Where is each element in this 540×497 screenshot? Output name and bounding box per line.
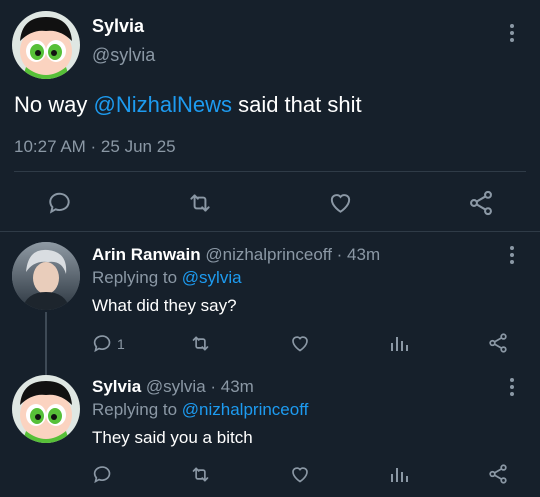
reply-header: Arin Ranwain @nizhalprinceoff · 43m	[92, 245, 380, 265]
stats-icon[interactable]	[389, 464, 409, 484]
divider	[0, 231, 540, 232]
tweet-timestamp[interactable]: 10:27 AM · 25 Jun 25	[14, 137, 176, 157]
author-name[interactable]: Sylvia	[92, 16, 144, 37]
retweet-icon[interactable]	[189, 333, 212, 354]
heart-icon[interactable]	[327, 190, 354, 216]
share-icon[interactable]	[487, 332, 509, 354]
replying-to: Replying to @sylvia	[92, 268, 242, 288]
reply-icon[interactable]	[47, 190, 73, 216]
replying-to-label: Replying to	[92, 268, 182, 287]
more-vertical-icon[interactable]	[510, 246, 514, 267]
mention-link[interactable]: @NizhalNews	[93, 92, 231, 117]
reply-icon[interactable]: 1	[92, 333, 125, 354]
replying-to-label: Replying to	[92, 400, 182, 419]
reply-text: What did they say?	[92, 296, 237, 315]
reply-age[interactable]: · 43m	[210, 377, 253, 396]
replying-to-link[interactable]: @nizhalprinceoff	[182, 400, 309, 419]
tweet-text: No way @NizhalNews said that shit	[14, 92, 362, 118]
stats-icon[interactable]	[389, 333, 409, 353]
more-vertical-icon[interactable]	[510, 24, 514, 45]
avatar-sylvia[interactable]	[12, 375, 80, 443]
avatar-sylvia[interactable]	[12, 11, 80, 79]
reply-icon[interactable]	[92, 464, 117, 485]
more-vertical-icon[interactable]	[510, 378, 514, 399]
tweet-text-prefix: No way	[14, 92, 94, 117]
author-handle[interactable]: @nizhalprinceoff	[205, 245, 332, 264]
share-icon[interactable]	[467, 189, 495, 217]
reply-text: They said you a bitch	[92, 428, 253, 447]
replying-to: Replying to @nizhalprinceoff	[92, 400, 308, 420]
divider	[14, 171, 526, 172]
author-handle[interactable]: @sylvia	[92, 45, 155, 66]
reply-age[interactable]: · 43m	[337, 245, 380, 264]
retweet-icon[interactable]	[189, 464, 212, 485]
retweet-icon[interactable]	[186, 190, 214, 216]
replying-to-link[interactable]: @sylvia	[182, 268, 242, 287]
author-name[interactable]: Sylvia	[92, 377, 141, 396]
share-icon[interactable]	[487, 463, 509, 485]
reply-header: Sylvia @sylvia · 43m	[92, 377, 254, 397]
heart-icon[interactable]	[289, 464, 311, 485]
reply-count: 1	[117, 335, 125, 352]
author-handle[interactable]: @sylvia	[146, 377, 206, 396]
author-name[interactable]: Arin Ranwain	[92, 245, 201, 264]
heart-icon[interactable]	[289, 333, 311, 354]
avatar-arin[interactable]	[12, 242, 80, 310]
thread-line	[45, 312, 47, 375]
tweet-text-suffix: said that shit	[231, 92, 362, 117]
